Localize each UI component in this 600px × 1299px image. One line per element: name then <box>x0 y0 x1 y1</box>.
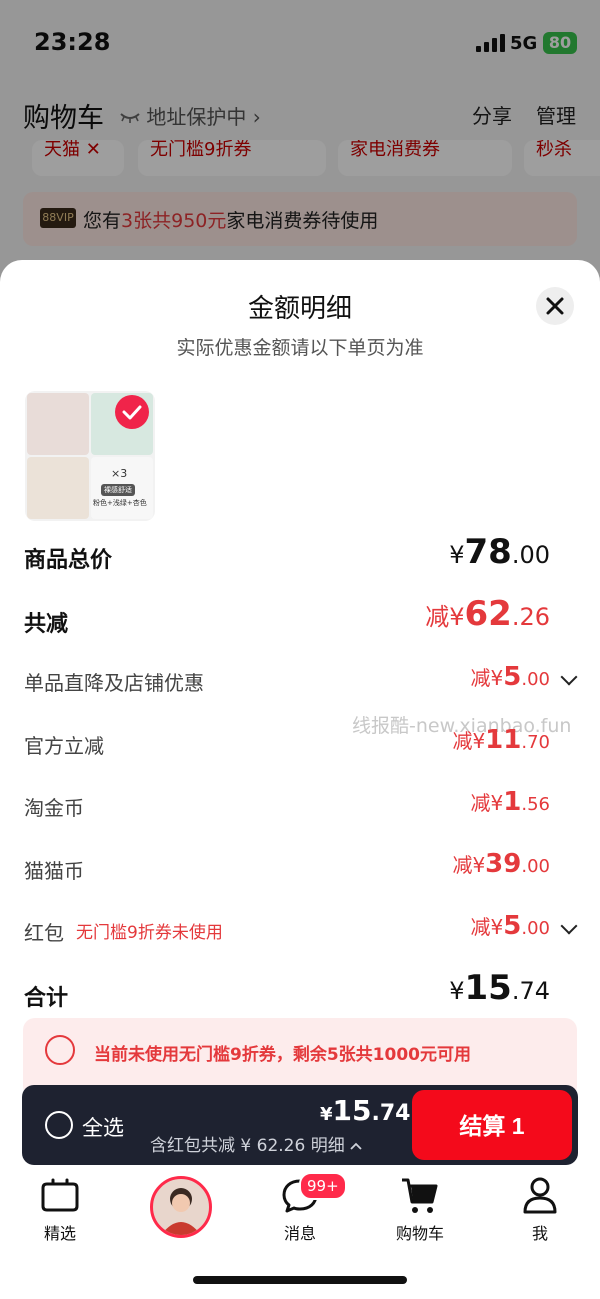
close-button[interactable] <box>536 287 574 325</box>
home-indicator[interactable] <box>193 1276 407 1284</box>
official-discount-label: 官方立减 <box>24 734 104 758</box>
redpack-note: 无门槛9折券未使用 <box>76 923 223 943</box>
amount-dec: .00 <box>521 856 550 877</box>
sheet-title: 金额明细 <box>247 294 352 324</box>
select-all-label[interactable]: 全选 <box>82 1112 124 1142</box>
discount-detail-text: 含红包共减 ¥ 62.26 明细 <box>150 1136 345 1156</box>
thumb-pink <box>27 393 89 455</box>
goods-total-amount: ¥78.00 <box>449 532 550 572</box>
amount-int: 39 <box>485 849 522 879</box>
reduce-prefix: 减 <box>425 603 450 631</box>
tab-label: 我 <box>531 1224 548 1243</box>
reduce-prefix: 减 <box>470 666 491 690</box>
currency: ¥ <box>449 977 465 1005</box>
redpack-label: 红包 <box>24 921 64 945</box>
discount-detail-link[interactable]: 含红包共减 ¥ 62.26 明细 <box>150 1131 362 1156</box>
amount-dec: .00 <box>521 918 550 939</box>
currency: ¥ <box>490 666 504 690</box>
tab-featured[interactable]: 精选 <box>0 1172 120 1252</box>
tab-label: 消息 <box>283 1224 316 1243</box>
amount-dec: .26 <box>511 603 550 631</box>
tab-label: 精选 <box>43 1224 76 1243</box>
total-int: 15 <box>332 1094 372 1127</box>
currency: ¥ <box>449 541 465 569</box>
item-shop-discount-amount[interactable]: 减¥5.00 <box>471 662 550 692</box>
sum-label: 合计 <box>24 986 69 1011</box>
chevron-up-icon <box>350 1136 362 1156</box>
select-all-radio[interactable] <box>45 1111 73 1139</box>
goods-total-label: 商品总价 <box>24 548 113 573</box>
cart-icon <box>402 1178 438 1213</box>
tab-cart[interactable]: 购物车 <box>360 1172 480 1252</box>
reduce-prefix: 减 <box>452 729 473 753</box>
amount-int: 11 <box>485 725 522 755</box>
modal-overlay[interactable] <box>0 0 600 300</box>
amount-int: 5 <box>503 662 522 692</box>
official-discount-amount: 减¥11.70 <box>452 725 550 755</box>
reduce-prefix: 减 <box>470 915 491 939</box>
total-reduce-label: 共减 <box>24 612 69 637</box>
total-reduce-amount: 减¥62.26 <box>425 594 550 634</box>
sum-amount: ¥15.74 <box>449 968 550 1008</box>
pack-label: ×3 <box>111 467 128 480</box>
sheet-subtitle: 实际优惠金额请以下单页为准 <box>176 337 424 359</box>
coupon-tip-text: 当前未使用无门槛9折券，剩余5张共1000元可用 <box>94 1045 471 1065</box>
currency: ¥ <box>449 603 465 631</box>
item-shop-discount-label: 单品直降及店铺优惠 <box>24 671 204 695</box>
reduce-prefix: 减 <box>452 853 473 877</box>
checkout-button[interactable]: 结算 1 <box>412 1090 572 1160</box>
redpack-amount[interactable]: 减¥5.00 <box>471 911 550 941</box>
maomaobi-amount: 减¥39.00 <box>452 849 550 879</box>
amount-int: 78 <box>464 532 512 572</box>
amount-dec: .70 <box>521 732 550 753</box>
amount-int: 15 <box>464 968 512 1008</box>
close-icon <box>546 297 564 315</box>
pack-colors: 粉色+浅绿+杏色 <box>93 499 147 507</box>
amount-int: 62 <box>464 594 512 634</box>
thumb-beige <box>27 457 89 519</box>
currency: ¥ <box>490 791 504 815</box>
taojinbi-amount: 减¥1.56 <box>471 787 550 817</box>
person-icon <box>523 1177 557 1214</box>
reduce-prefix: 减 <box>470 791 491 815</box>
total-dec: .74 <box>371 1101 411 1126</box>
amount-int: 5 <box>503 911 522 941</box>
taojinbi-label: 淘金币 <box>24 796 84 820</box>
currency: ¥ <box>472 729 486 753</box>
currency: ¥ <box>320 1104 333 1125</box>
currency: ¥ <box>472 853 486 877</box>
pack-tag: 裸感舒适 <box>101 484 135 496</box>
message-count-badge: 99+ <box>299 1172 347 1200</box>
amount-dec: .74 <box>511 977 550 1005</box>
person-icon <box>161 1188 201 1235</box>
tab-me[interactable]: 我 <box>480 1172 600 1252</box>
selected-check-icon[interactable] <box>115 395 149 429</box>
currency: ¥ <box>490 915 504 939</box>
coupon-radio[interactable] <box>45 1035 75 1065</box>
amount-dec: .00 <box>511 541 550 569</box>
thumb-pack-info: ×3 裸感舒适 粉色+浅绿+杏色 <box>91 457 153 519</box>
maomaobi-label: 猫猫币 <box>24 859 84 883</box>
amount-dec: .00 <box>521 669 550 690</box>
tv-icon <box>41 1178 79 1212</box>
checkout-total: ¥15.74 <box>320 1094 410 1127</box>
live-avatar[interactable] <box>150 1176 212 1238</box>
amount-int: 1 <box>503 787 522 817</box>
amount-dec: .56 <box>521 794 550 815</box>
tab-label: 购物车 <box>395 1224 444 1243</box>
